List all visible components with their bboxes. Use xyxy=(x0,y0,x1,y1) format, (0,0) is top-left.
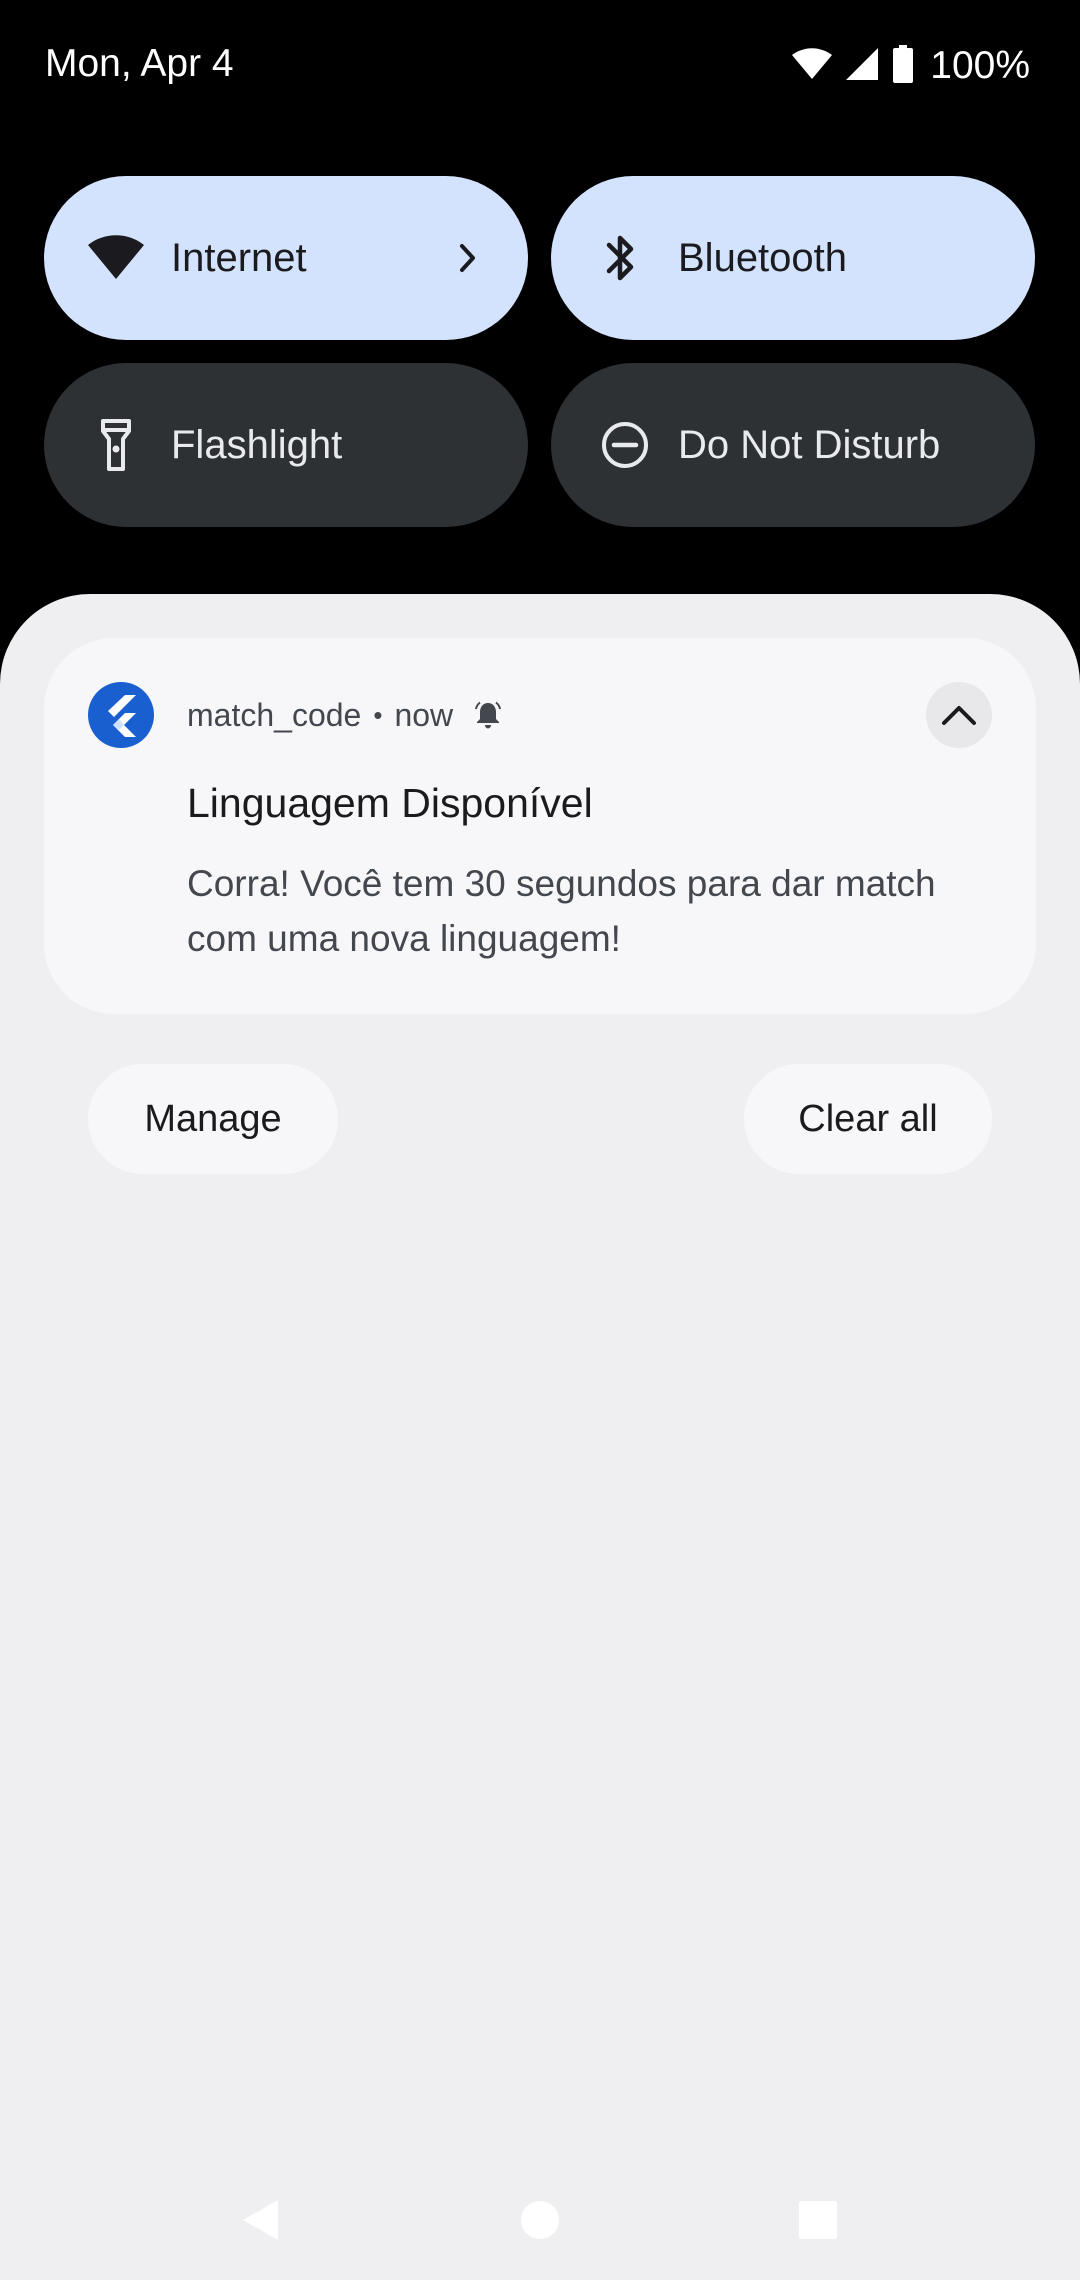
flutter-logo-icon xyxy=(88,682,154,748)
tile-do-not-disturb[interactable]: Do Not Disturb xyxy=(551,363,1035,527)
tile-flashlight[interactable]: Flashlight xyxy=(44,363,528,527)
battery-percent: 100% xyxy=(930,44,1030,87)
notification-app-name: match_code xyxy=(187,696,362,733)
navigation-bar xyxy=(0,2160,1080,2280)
bluetooth-icon xyxy=(591,228,651,288)
wifi-icon xyxy=(792,47,833,85)
back-icon[interactable] xyxy=(230,2190,290,2250)
bell-icon xyxy=(471,698,505,732)
notification-title: Linguagem Disponível xyxy=(187,780,593,826)
notification-separator: • xyxy=(373,699,383,730)
cell-signal-icon xyxy=(844,46,880,87)
home-icon[interactable] xyxy=(510,2190,570,2250)
wifi-icon xyxy=(86,228,146,288)
tile-internet-label: Internet xyxy=(171,235,307,280)
tile-bluetooth[interactable]: Bluetooth xyxy=(551,176,1035,340)
notification-card[interactable]: match_code • now Linguagem Disponível Co… xyxy=(44,638,1036,1014)
battery-icon xyxy=(892,44,914,88)
chevron-right-icon[interactable] xyxy=(448,238,488,278)
do-not-disturb-icon xyxy=(595,415,655,475)
notification-time: now xyxy=(394,696,454,733)
clear-all-button[interactable]: Clear all xyxy=(744,1064,992,1174)
status-icons: 100% xyxy=(792,44,1030,88)
tile-internet[interactable]: Internet xyxy=(44,176,528,340)
notification-body: Corra! Você tem 30 segundos para dar mat… xyxy=(187,863,936,959)
tile-flashlight-label: Flashlight xyxy=(171,422,343,467)
status-date: Mon, Apr 4 xyxy=(45,42,234,85)
notification-shade-screen: Mon, Apr 4 100% Internet Bluetooth Flash… xyxy=(0,0,1080,2280)
recents-icon[interactable] xyxy=(788,2190,848,2250)
tile-bluetooth-label: Bluetooth xyxy=(678,235,848,280)
status-bar: Mon, Apr 4 100% xyxy=(0,0,1080,130)
tile-do-not-disturb-label: Do Not Disturb xyxy=(678,422,941,467)
flashlight-icon xyxy=(86,415,146,475)
manage-button[interactable]: Manage xyxy=(88,1064,338,1174)
notification-header: match_code • now xyxy=(187,695,505,735)
chevron-up-icon[interactable] xyxy=(926,682,992,748)
